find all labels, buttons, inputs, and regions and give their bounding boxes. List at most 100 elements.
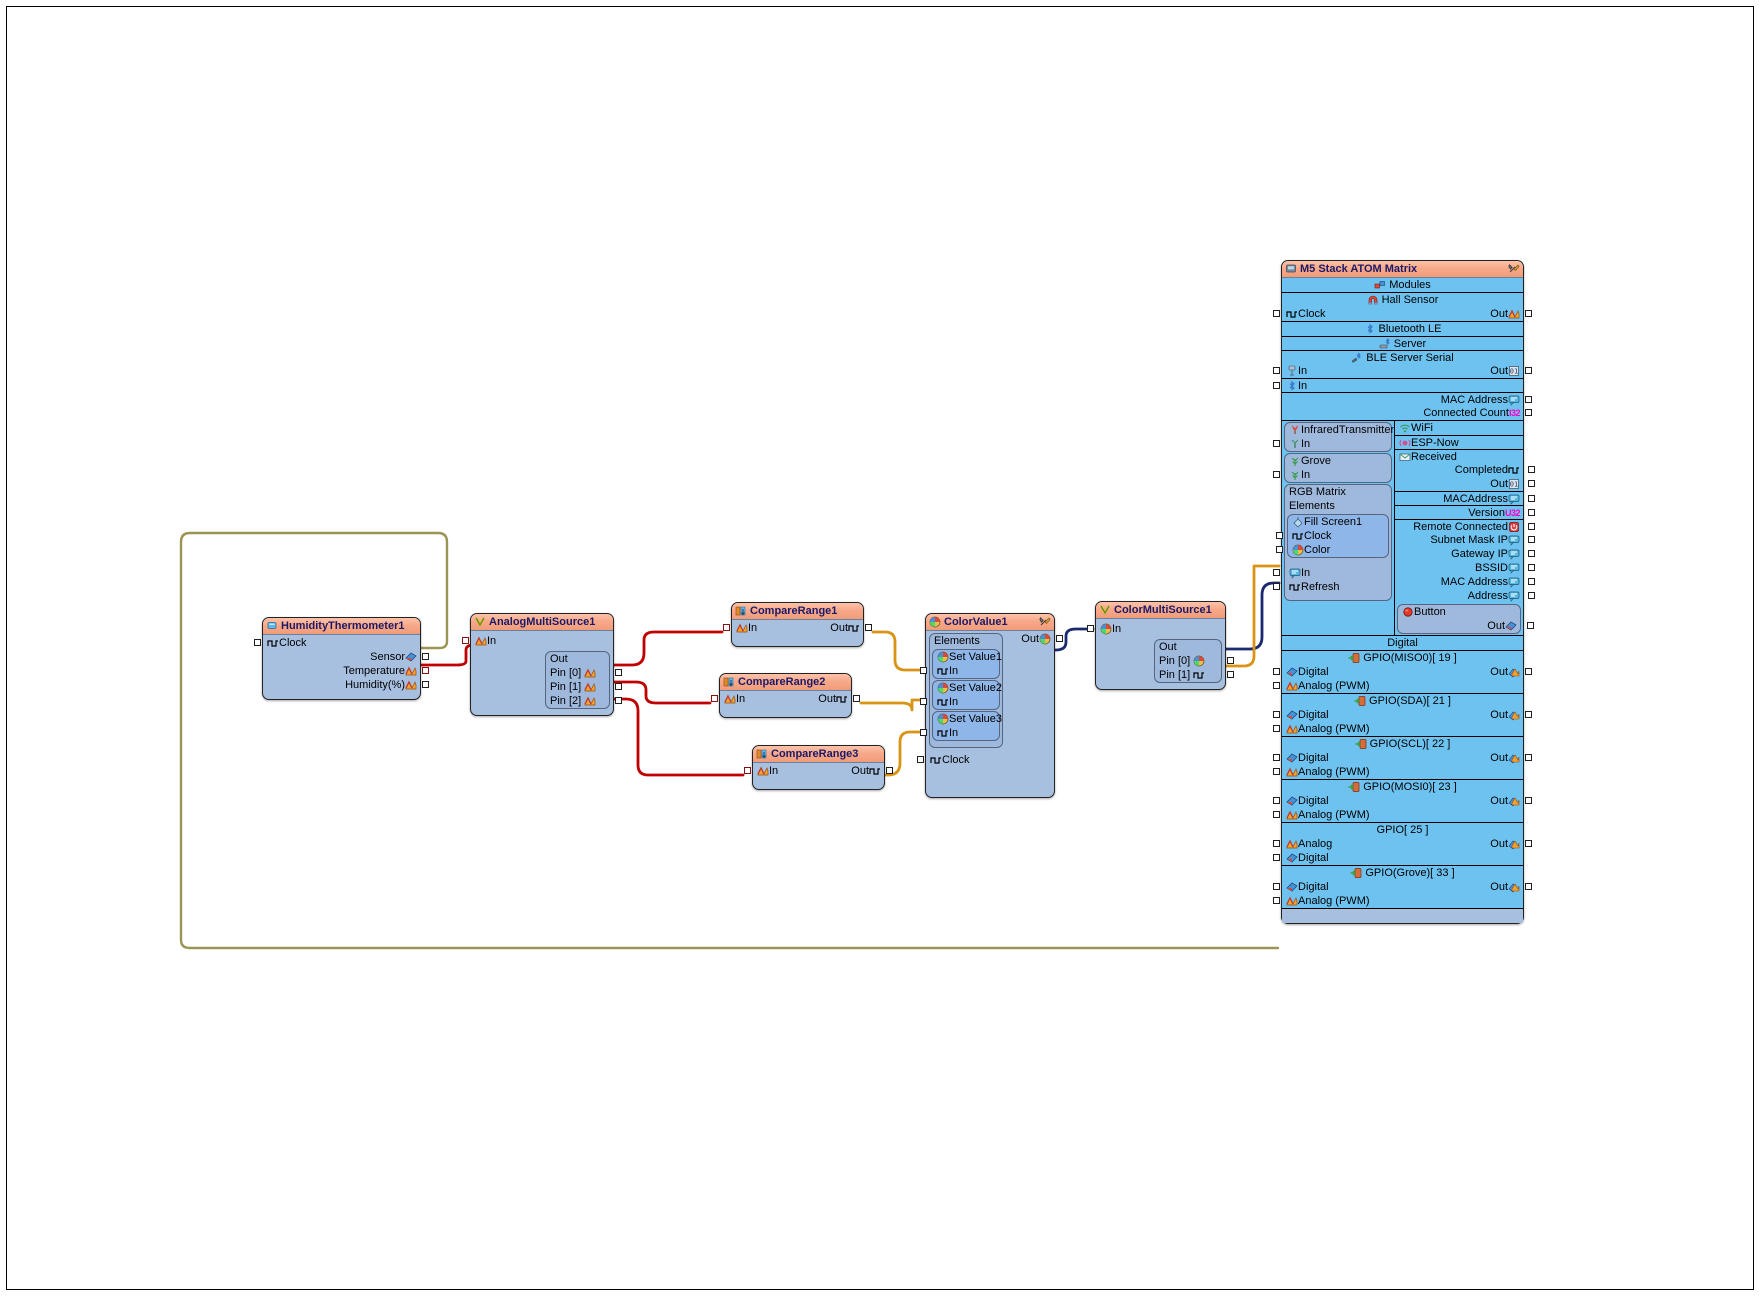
port-row-pin0[interactable]: Pin [0] <box>546 666 622 680</box>
gpio-port-row[interactable]: Digital Out <box>1273 880 1532 894</box>
hall-sensor-ports-row[interactable]: Clock Out <box>1273 307 1532 321</box>
input-port-infrared-in[interactable] <box>1273 440 1280 447</box>
node-m5-stack-atom-matrix[interactable]: M5 Stack ATOM Matrix Modules Hall Sensor… <box>1273 260 1535 924</box>
input-port-clock[interactable] <box>917 756 924 763</box>
output-port-out[interactable] <box>886 767 893 774</box>
output-port-sensor[interactable] <box>422 653 429 660</box>
input-port-rgb-refresh[interactable] <box>1273 583 1280 590</box>
port-row-pin2[interactable]: Pin [2] <box>546 694 622 708</box>
element-in-row[interactable]: In <box>920 664 999 678</box>
node-compare-range-3[interactable]: CompareRange3 In Out <box>744 745 893 790</box>
input-port-analog-pwm[interactable] <box>1273 768 1280 775</box>
input-port-hall-clock[interactable] <box>1273 310 1280 317</box>
node-title-bar[interactable]: CompareRange1 <box>732 603 863 620</box>
bt-in-row[interactable]: In <box>1273 378 1523 392</box>
port-row-clock[interactable]: Clock <box>254 636 420 650</box>
output-port-hall[interactable] <box>1525 310 1532 317</box>
input-port-in[interactable] <box>711 695 718 702</box>
element-set-value-3[interactable]: Set Value3 In <box>920 711 1002 741</box>
bt-mac-row[interactable]: MAC Address <box>1282 392 1532 406</box>
input-port-analog-pwm[interactable] <box>1273 811 1280 818</box>
gpio-port-row[interactable]: Analog (PWM) <box>1273 679 1523 693</box>
gpio-port-row[interactable]: Digital Out <box>1273 794 1532 808</box>
output-port-out[interactable] <box>865 624 872 631</box>
input-port-in[interactable] <box>462 637 469 644</box>
output-port-out[interactable] <box>853 695 860 702</box>
output-port-wifi-macaddress[interactable] <box>1528 494 1535 502</box>
wifi-out-row[interactable]: Out 01 <box>1395 477 1535 491</box>
node-title-bar[interactable]: CompareRange3 <box>753 746 884 763</box>
input-port-rgb-color[interactable] <box>1276 546 1283 553</box>
remote-connected-row[interactable]: Remote Connected <box>1395 519 1535 533</box>
input-port-setvalue3[interactable] <box>920 729 927 736</box>
gpio-port-row[interactable]: Digital Out <box>1273 751 1532 765</box>
tools-icon[interactable] <box>1508 263 1520 275</box>
output-port-wifi-version[interactable] <box>1528 508 1535 516</box>
input-port-analog-pwm[interactable] <box>1273 725 1280 732</box>
output-port-pin1[interactable] <box>1227 671 1234 678</box>
input-port-digital[interactable] <box>1273 668 1280 675</box>
gpio-port-row[interactable]: Digital Out <box>1273 665 1532 679</box>
element-set-value-1[interactable]: Set Value1 In <box>920 649 1002 679</box>
input-port-in[interactable] <box>744 767 751 774</box>
element-in-row[interactable]: In <box>920 726 999 740</box>
subnet-mask-row[interactable]: Subnet Mask IP <box>1395 533 1535 547</box>
button-out-row[interactable]: Out <box>1398 619 1534 633</box>
output-port-address[interactable] <box>1528 592 1535 599</box>
port-row-in-out[interactable]: In Out <box>723 621 872 635</box>
input-port-digital[interactable] <box>1273 797 1280 804</box>
output-port-bssid[interactable] <box>1528 564 1535 571</box>
node-title-bar[interactable]: ColorMultiSource1 <box>1096 602 1225 619</box>
element-in-row[interactable]: In <box>920 695 999 709</box>
output-port-button[interactable] <box>1527 622 1534 629</box>
fill-screen-element[interactable]: Fill Screen1 Clock Color <box>1276 514 1389 558</box>
rgb-refresh-row[interactable]: Refresh <box>1273 580 1391 594</box>
gpio-port-row[interactable]: Digital <box>1273 851 1523 865</box>
completed-row[interactable]: Completed <box>1395 463 1535 477</box>
input-port-digital[interactable] <box>1273 754 1280 761</box>
node-humidity-thermometer[interactable]: HumidityThermometer1 Clock Sensor Temper… <box>254 617 429 700</box>
gpio-port-row[interactable]: Digital Out <box>1273 708 1532 722</box>
rgb-in-row[interactable]: In <box>1273 566 1391 580</box>
output-port-gpio[interactable] <box>1525 754 1532 761</box>
output-port-gpio[interactable] <box>1525 797 1532 804</box>
output-port-pin2[interactable] <box>615 697 622 704</box>
fill-screen-color-row[interactable]: Color <box>1276 543 1388 557</box>
bt-connected-count-row[interactable]: Connected Count I32 <box>1282 406 1532 420</box>
port-row-temperature[interactable]: Temperature <box>263 664 429 678</box>
fill-screen-clock-row[interactable]: Clock <box>1276 529 1388 543</box>
port-row-sensor[interactable]: Sensor <box>263 650 429 664</box>
output-port-pin1[interactable] <box>615 683 622 690</box>
port-row-in-out[interactable]: In Out <box>711 692 860 706</box>
output-port-gateway-ip[interactable] <box>1528 550 1535 557</box>
port-row-pin1[interactable]: Pin [1] <box>546 680 622 694</box>
port-row-pin0[interactable]: Pin [0] <box>1155 654 1234 668</box>
input-port-rgb-clock[interactable] <box>1276 532 1283 539</box>
output-port-gpio[interactable] <box>1525 883 1532 890</box>
port-row-in-out[interactable]: In Out <box>744 764 893 778</box>
node-title-bar[interactable]: CompareRange2 <box>720 674 851 691</box>
node-title-bar[interactable]: M5 Stack ATOM Matrix <box>1282 261 1523 278</box>
editor-canvas[interactable]: HumidityThermometer1 Clock Sensor Temper… <box>0 0 1760 1296</box>
output-port-connected-count[interactable] <box>1525 409 1532 416</box>
output-port-bt-mac[interactable] <box>1525 395 1532 403</box>
output-port-gpio[interactable] <box>1525 840 1532 847</box>
output-port-completed[interactable] <box>1528 466 1535 473</box>
output-port-gpio[interactable] <box>1525 711 1532 718</box>
input-port-grove-in[interactable] <box>1273 471 1280 478</box>
output-port-wifi-out[interactable] <box>1528 480 1535 487</box>
node-analog-multi-source[interactable]: AnalogMultiSource1 In Out Pin [0] Pin [1… <box>462 613 622 716</box>
input-port-in[interactable] <box>1087 625 1094 632</box>
gpio-port-row[interactable]: Analog (PWM) <box>1273 765 1523 779</box>
tools-icon[interactable] <box>1039 616 1051 628</box>
input-port-setvalue1[interactable] <box>920 667 927 674</box>
output-port-temperature[interactable] <box>422 667 429 674</box>
gateway-ip-row[interactable]: Gateway IP <box>1395 547 1535 561</box>
address-row[interactable]: Address <box>1395 589 1535 603</box>
output-port-humidity[interactable] <box>422 681 429 688</box>
bssid-row[interactable]: BSSID <box>1395 561 1535 575</box>
wifi-mac-address-row[interactable]: MAC Address <box>1395 575 1535 589</box>
node-color-value[interactable]: ColorValue1 Out Elements Set Value1 In S… <box>917 613 1063 798</box>
output-port-wifi-mac-address[interactable] <box>1528 578 1535 585</box>
infrared-in-row[interactable]: In <box>1273 437 1391 451</box>
